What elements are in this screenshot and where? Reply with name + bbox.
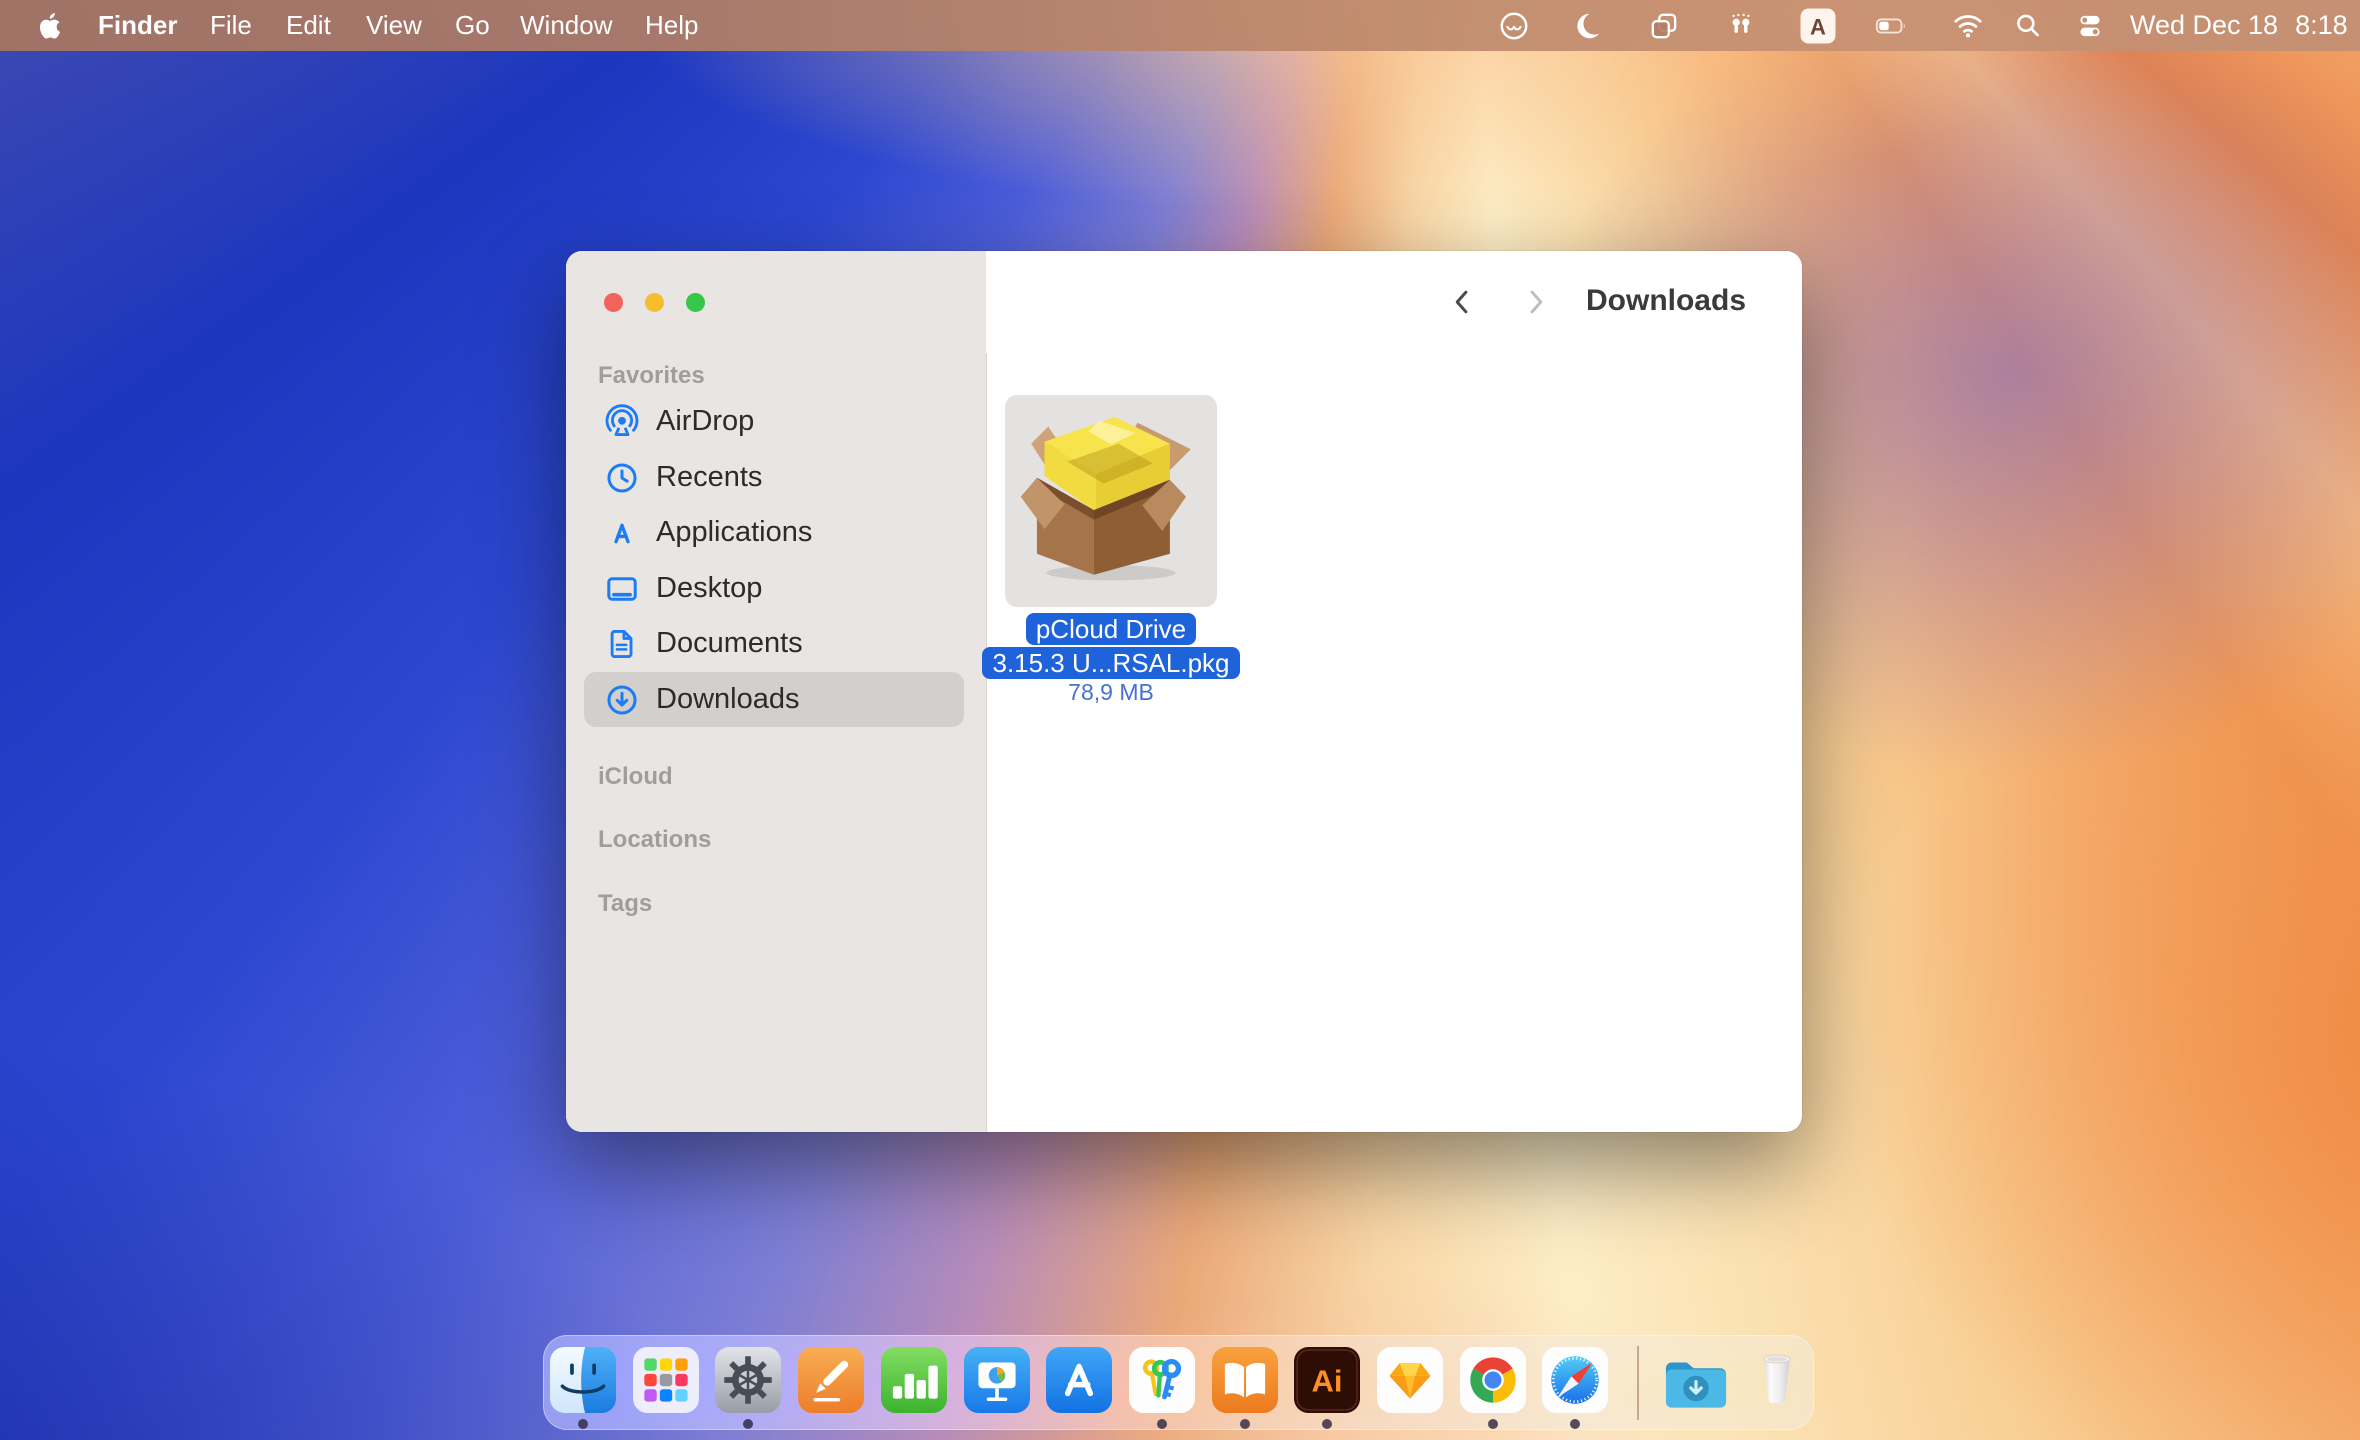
dock-item-app-store[interactable] <box>1046 1347 1112 1413</box>
dock-item-chrome[interactable] <box>1460 1347 1526 1413</box>
minimize-button[interactable] <box>645 293 664 312</box>
dock-item-system-settings[interactable] <box>715 1347 781 1413</box>
menu-bar: Finder File Edit View Go Window Help A <box>0 0 2360 51</box>
sidebar-item-label: AirDrop <box>656 405 754 438</box>
clock-date: Wed Dec 18 <box>2130 0 2278 51</box>
menu-view[interactable]: View <box>366 0 422 51</box>
dock-item-illustrator[interactable]: Ai <box>1294 1347 1360 1413</box>
svg-text:A: A <box>1810 15 1826 40</box>
desktop-icon <box>604 571 640 607</box>
zoom-button[interactable] <box>686 293 705 312</box>
battery-icon[interactable] <box>1875 9 1909 43</box>
apple-logo-icon[interactable] <box>38 11 64 41</box>
back-button[interactable] <box>1448 287 1478 317</box>
dock-item-finder[interactable] <box>550 1347 616 1413</box>
sidebar-section-tags[interactable]: Tags <box>598 890 652 918</box>
menu-bar-clock[interactable]: Wed Dec 18 8:18 <box>2130 0 2348 51</box>
airdrop-icon <box>604 404 640 440</box>
dock-item-sketch[interactable] <box>1377 1347 1443 1413</box>
clock-time: 8:18 <box>2295 0 2348 51</box>
window-title: Downloads <box>1586 284 1746 318</box>
sidebar-item-downloads[interactable]: Downloads <box>584 672 964 727</box>
window-stack-icon[interactable] <box>1647 9 1681 43</box>
running-indicator-passwords <box>1157 1419 1167 1429</box>
clock-icon <box>604 460 640 496</box>
dock-item-passwords[interactable] <box>1129 1347 1195 1413</box>
running-indicator-illustrator <box>1322 1419 1332 1429</box>
menu-finder[interactable]: Finder <box>98 0 177 51</box>
wifi-icon[interactable] <box>1951 9 1985 43</box>
control-center-icon[interactable] <box>2073 9 2107 43</box>
menu-window[interactable]: Window <box>520 0 612 51</box>
finder-window: Favorites AirDrop Recents <box>566 251 1802 1132</box>
running-indicator-finder <box>578 1419 588 1429</box>
dock-item-downloads-folder[interactable] <box>1659 1344 1733 1418</box>
sidebar-item-label: Documents <box>656 627 803 660</box>
sidebar-section-locations[interactable]: Locations <box>598 826 711 854</box>
sidebar-item-label: Recents <box>656 461 762 494</box>
dock-item-launchpad[interactable] <box>633 1347 699 1413</box>
document-icon <box>604 626 640 662</box>
file-name-label[interactable]: pCloud Drive 3.15.3 U...RSAL.pkg <box>1005 613 1217 679</box>
running-indicator-chrome <box>1488 1419 1498 1429</box>
sidebar-item-applications[interactable]: Applications <box>584 505 964 560</box>
window-sidebar: Favorites AirDrop Recents <box>566 251 987 1132</box>
file-name-line1: pCloud Drive <box>1026 613 1196 645</box>
moon-focus-icon[interactable] <box>1570 9 1604 43</box>
input-source-icon[interactable]: A <box>1799 7 1837 45</box>
menu-edit[interactable]: Edit <box>286 0 331 51</box>
file-pkg-icon-tile[interactable] <box>1005 395 1217 607</box>
file-name-line2: 3.15.3 U...RSAL.pkg <box>982 647 1239 679</box>
spotlight-search-icon[interactable] <box>2011 9 2045 43</box>
sidebar-item-label: Downloads <box>656 683 799 716</box>
dock: Ai <box>543 1335 1814 1430</box>
package-box-icon <box>1016 398 1206 588</box>
dock-item-trash[interactable] <box>1744 1344 1810 1410</box>
sidebar-section-favorites: Favorites <box>598 362 705 390</box>
dock-item-books[interactable] <box>1212 1347 1278 1413</box>
close-button[interactable] <box>604 293 623 312</box>
svg-text:Ai: Ai <box>1312 1363 1343 1398</box>
app-store-a-icon <box>604 515 640 551</box>
sidebar-item-airdrop[interactable]: AirDrop <box>584 394 964 449</box>
desktop-wallpaper: Finder File Edit View Go Window Help A <box>0 0 2360 1440</box>
window-toolbar[interactable]: Downloads <box>986 251 1802 353</box>
running-indicator-books <box>1240 1419 1250 1429</box>
menu-help[interactable]: Help <box>645 0 698 51</box>
running-indicator-settings <box>743 1419 753 1429</box>
dock-item-safari[interactable] <box>1542 1347 1608 1413</box>
forward-button[interactable] <box>1520 287 1550 317</box>
menu-go[interactable]: Go <box>455 0 490 51</box>
file-size-text: 78,9 MB <box>1005 679 1217 706</box>
sidebar-item-recents[interactable]: Recents <box>584 450 964 505</box>
download-circle-icon <box>604 682 640 718</box>
dock-item-keynote[interactable] <box>964 1347 1030 1413</box>
menu-file[interactable]: File <box>210 0 252 51</box>
creative-cloud-icon[interactable] <box>1497 9 1531 43</box>
dock-item-numbers[interactable] <box>881 1347 947 1413</box>
running-indicator-safari <box>1570 1419 1580 1429</box>
sidebar-item-desktop[interactable]: Desktop <box>584 561 964 616</box>
sidebar-section-icloud[interactable]: iCloud <box>598 763 673 791</box>
sidebar-item-label: Desktop <box>656 572 762 605</box>
dock-item-pages[interactable] <box>798 1347 864 1413</box>
airpods-icon[interactable] <box>1724 9 1758 43</box>
sidebar-item-label: Applications <box>656 516 812 549</box>
dock-separator <box>1637 1346 1639 1420</box>
sidebar-item-documents[interactable]: Documents <box>584 616 964 671</box>
